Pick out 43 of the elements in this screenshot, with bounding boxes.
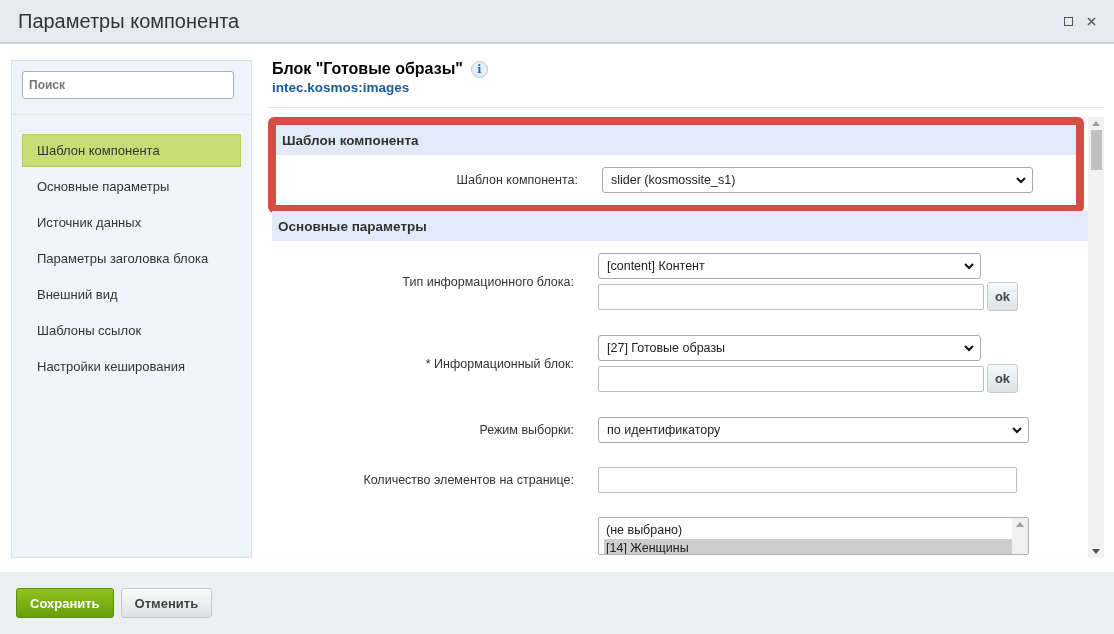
- dropdown-select[interactable]: [content] Контент: [598, 253, 981, 279]
- sidebar-item[interactable]: Основные параметры: [22, 170, 241, 203]
- input-field[interactable]: [598, 365, 984, 392]
- component-title: Блок "Готовые образы": [272, 60, 463, 78]
- component-id: intec.kosmos:images: [272, 80, 411, 95]
- chevron-down-icon: [1016, 176, 1026, 184]
- ok-button[interactable]: ok: [987, 282, 1018, 311]
- list-option[interactable]: [14] Женщины: [604, 539, 1012, 554]
- sidebar-item[interactable]: Источник данных: [22, 206, 241, 239]
- window-title: Параметры компонента: [18, 9, 240, 33]
- info-icon[interactable]: i: [470, 60, 488, 78]
- input-field[interactable]: [598, 467, 1017, 493]
- field-label: Тип информационного блока:: [401, 275, 574, 289]
- field-label: Шаблон компонента:: [455, 173, 578, 187]
- section-header: Шаблон компонента: [276, 125, 1076, 155]
- chevron-down-icon: [964, 344, 974, 352]
- field-label: Количество элементов на странице:: [362, 473, 574, 487]
- scroll-up-icon[interactable]: [1016, 522, 1024, 527]
- search-field[interactable]: Поиск: [22, 71, 234, 99]
- scroll-down-icon[interactable]: [1092, 549, 1100, 554]
- maximize-icon[interactable]: [1064, 16, 1073, 26]
- list-box[interactable]: (не выбрано) [14] Женщины: [598, 517, 1029, 555]
- section-header: Основные параметры: [272, 211, 1088, 241]
- chevron-down-icon: [1012, 426, 1022, 434]
- scroll-up-icon[interactable]: [1092, 121, 1100, 126]
- dropdown-select[interactable]: [27] Готовые образы: [598, 335, 981, 361]
- sidebar-item[interactable]: Настройки кеширования: [22, 350, 241, 383]
- cancel-button[interactable]: Отменить: [120, 588, 213, 618]
- close-icon[interactable]: [1087, 16, 1096, 26]
- sidebar-item[interactable]: Параметры заголовка блока: [22, 242, 241, 275]
- scrollbar[interactable]: [1088, 117, 1104, 558]
- field-label: * Информационный блок:: [424, 357, 574, 371]
- list-option[interactable]: (не выбрано): [604, 521, 1012, 539]
- sidebar-item[interactable]: Шаблон компонента: [22, 134, 241, 167]
- dropdown-select[interactable]: по идентификатору: [598, 417, 1029, 443]
- sidebar-item[interactable]: Шаблоны ссылок: [22, 314, 241, 347]
- ok-button[interactable]: ok: [987, 364, 1018, 393]
- scrollbar-thumb[interactable]: [1090, 130, 1102, 170]
- field-label: Режим выборки:: [478, 423, 574, 437]
- sidebar-item[interactable]: Внешний вид: [22, 278, 241, 311]
- chevron-down-icon: [964, 262, 974, 270]
- input-field[interactable]: [598, 283, 984, 310]
- dropdown-select[interactable]: slider (kosmossite_s1): [602, 167, 1033, 193]
